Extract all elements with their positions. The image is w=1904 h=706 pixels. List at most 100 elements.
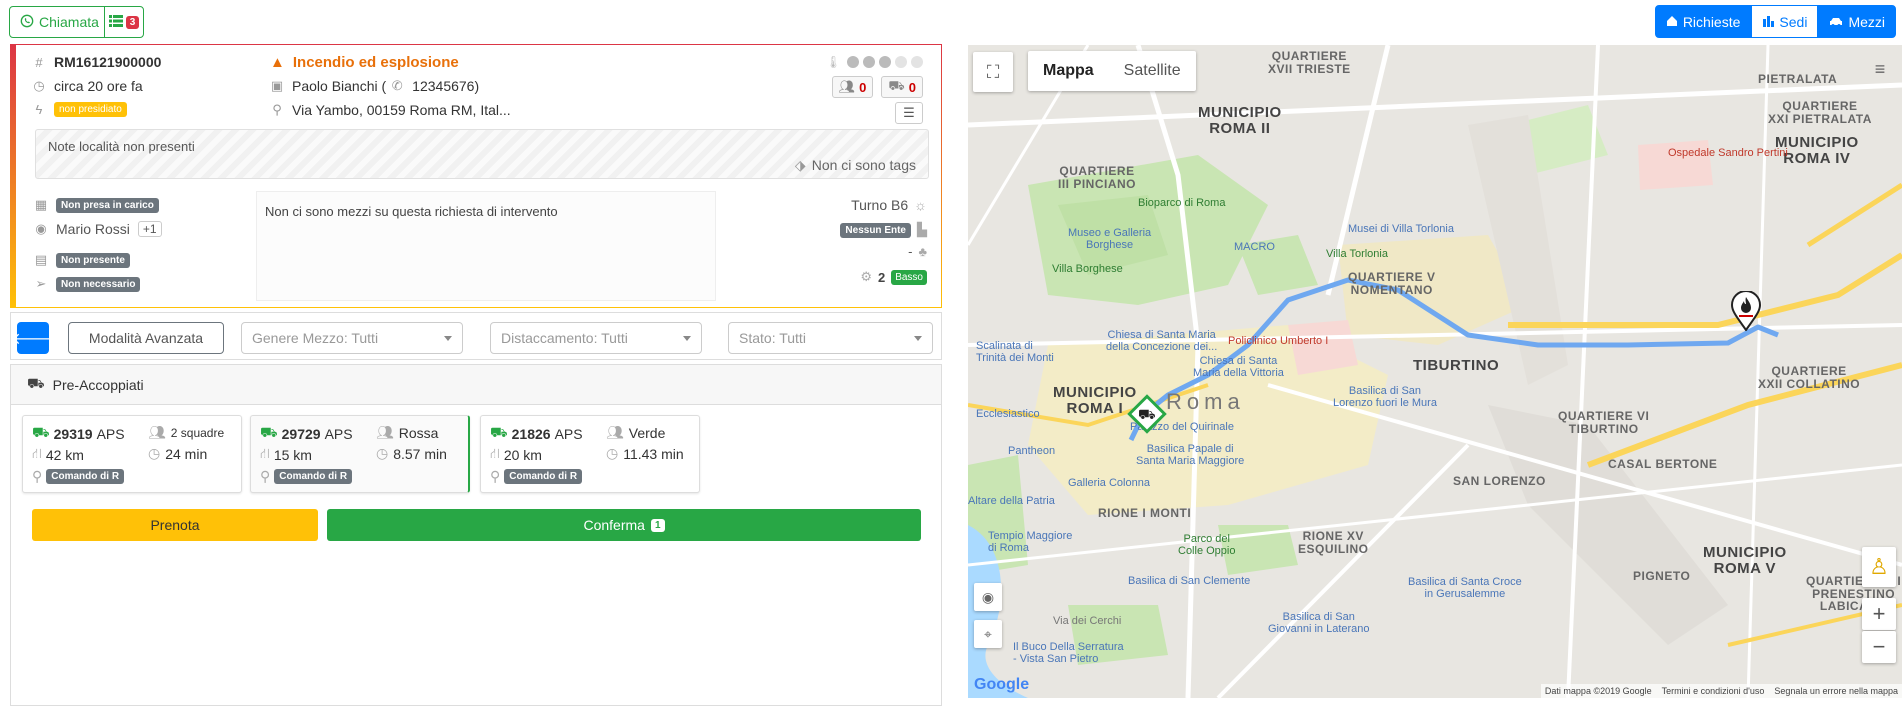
map-label-pietralata: PIETRALATA xyxy=(1758,72,1838,86)
poi-bioparco[interactable]: Bioparco di Roma xyxy=(1138,197,1225,209)
view-switcher: Richieste Sedi Mezzi xyxy=(1654,5,1896,38)
truck-icon: ⛟ xyxy=(32,424,50,440)
car-icon xyxy=(1829,14,1843,30)
poi-villa-torlonia[interactable]: Villa Torlonia xyxy=(1326,248,1388,260)
vehicle-time-row: ◷ 24 min xyxy=(148,445,207,462)
vehicle-sede: Comando di R xyxy=(504,469,583,484)
caller-phone: 12345676) xyxy=(412,78,480,94)
eye-icon: ◉ xyxy=(35,221,47,236)
vehicle-sede-row: ⚲ Comando di R xyxy=(260,468,353,485)
vehicle-crew-row: 👥︎ Rossa xyxy=(376,424,438,441)
locate-button[interactable]: ⌖ xyxy=(974,620,1002,648)
presa-row: ▦ Non presa in carico xyxy=(34,197,159,213)
zoom-out-button[interactable]: − xyxy=(1862,631,1896,663)
map-view[interactable]: MUNICIPIO ROMA II MUNICIPIO ROMA I MUNICIP… xyxy=(968,45,1902,698)
poi-galleria-borghese[interactable]: Museo e Galleria Borghese xyxy=(1068,227,1151,251)
prenota-button[interactable]: Prenota xyxy=(32,509,318,541)
users-icon: 👥︎ xyxy=(376,424,394,440)
request-card[interactable]: # RM16121900000 ◷ circa 20 ore fa ϟ non … xyxy=(10,44,942,308)
vehicle-km: 15 km xyxy=(273,446,312,463)
poi-buco-serratura[interactable]: Il Buco Della Serratura - Vista San Pietr… xyxy=(1013,641,1124,665)
genere-mezzo-select[interactable]: Genere Mezzo: Tutti xyxy=(241,322,463,354)
stato-select[interactable]: Stato: Tutti xyxy=(728,322,933,354)
turno-row: Turno B6 ☼ xyxy=(851,197,927,213)
attribution-terms[interactable]: Termini e condizioni d'uso xyxy=(1662,686,1765,696)
nav-mezzi-button[interactable]: Mezzi xyxy=(1818,5,1896,38)
dot xyxy=(863,56,875,68)
street-view-pegman[interactable]: ♙ xyxy=(1862,547,1896,587)
request-address[interactable]: Via Yambo, 00159 Roma RM, Ital... xyxy=(292,102,511,118)
compass-button[interactable]: ◉ xyxy=(974,583,1002,611)
id-card-icon: ▤ xyxy=(34,252,48,267)
vehicle-type: APS xyxy=(96,425,125,442)
vehicle-sede: Comando di R xyxy=(274,469,353,484)
requests-list-button[interactable]: 3 xyxy=(104,6,144,38)
poi-altare-patria[interactable]: Altare della Patria xyxy=(968,495,1055,507)
poi-pantheon[interactable]: Pantheon xyxy=(1008,445,1055,457)
conferma-button[interactable]: Conferma 1 xyxy=(327,509,921,541)
top-bar: Chiamata 3 Richieste Sedi Mezzi xyxy=(0,0,1904,44)
map-menu-button[interactable]: ≡ xyxy=(1862,51,1898,87)
poi-concezione[interactable]: Chiesa di Santa Maria della Concezione de… xyxy=(1106,329,1217,353)
poi-santa-maria-vittoria[interactable]: Chiesa di Santa Maria della Vittoria xyxy=(1193,355,1284,379)
vehicle-card[interactable]: ⛟ 29319 APS 👥︎ 2 squadre ⛙ 42 km ◷ 24 min ⚲ Co… xyxy=(22,415,242,493)
poi-ospedale-pertini[interactable]: Ospedale Sandro Pertini xyxy=(1668,147,1788,159)
whatsapp-icon xyxy=(20,14,34,31)
plus-icon: + xyxy=(1872,601,1886,626)
advanced-mode-button[interactable]: Modalità Avanzata xyxy=(68,322,224,354)
poi-colle-oppio[interactable]: Parco del Colle Oppio xyxy=(1178,533,1235,557)
tag-icon: ⬗ xyxy=(794,157,806,173)
operator-more-badge[interactable]: +1 xyxy=(137,221,162,237)
users-icon: 👥︎ xyxy=(838,79,856,94)
vehicle-card[interactable]: ⛟ 29729 APS 👥︎ Rossa ⛙ 15 km ◷ 8.57 min ⚲ Coma… xyxy=(250,415,470,493)
vehicles-header: ⛟ Pre-Accoppiati xyxy=(11,365,941,405)
poi-san-clemente[interactable]: Basilica di San Clemente xyxy=(1128,575,1250,587)
poi-macro[interactable]: MACRO xyxy=(1234,241,1275,253)
vehicle-time: 24 min xyxy=(165,445,208,462)
request-priority-row: ϟ non presidiato xyxy=(32,102,127,117)
request-time: circa 20 ore fa xyxy=(54,78,143,94)
nav-richieste-label: Richieste xyxy=(1682,13,1741,30)
attribution-report[interactable]: Segnala un errore nella mappa xyxy=(1774,686,1898,696)
attribution-data: Dati mappa ©2019 Google xyxy=(1544,686,1652,696)
poi-santa-croce[interactable]: Basilica di Santa Croce in Gerusalemme xyxy=(1408,576,1522,600)
vehicle-card[interactable]: ⛟ 21826 APS 👥︎ Verde ⛙ 20 km ◷ 11.43 min ⚲ Com… xyxy=(480,415,700,493)
poi-villa-borghese[interactable]: Villa Borghese xyxy=(1052,263,1123,275)
map-type-mappa[interactable]: Mappa xyxy=(1028,51,1109,91)
details-list-button[interactable]: ☰ xyxy=(895,102,923,124)
nav-mezzi-label: Mezzi xyxy=(1848,13,1885,30)
vehicle-time-row: ◷ 11.43 min xyxy=(606,445,684,462)
back-button[interactable]: 🡐 xyxy=(12,322,54,354)
list-icon xyxy=(108,14,123,30)
intensity-dots: 🌡︎ xyxy=(826,55,923,69)
poi-trinita-monti[interactable]: Scalinata di Trinità dei Monti xyxy=(976,340,1054,364)
vehicle-time: 8.57 min xyxy=(393,445,447,462)
caller-name: Paolo Bianchi ( xyxy=(292,78,387,94)
truck-icon: ⛟ xyxy=(260,424,278,440)
poi-laterano[interactable]: Basilica di San Giovanni in Laterano xyxy=(1268,611,1370,635)
poi-galleria-colonna[interactable]: Galleria Colonna xyxy=(1068,477,1150,489)
map-type-satellite[interactable]: Satellite xyxy=(1109,51,1196,91)
nav-richieste-button[interactable]: Richieste xyxy=(1654,5,1752,38)
vehicle-type: APS xyxy=(554,425,583,442)
poi-musei-torlonia[interactable]: Musei di Villa Torlonia xyxy=(1348,223,1454,235)
request-caller-row: ▣ Paolo Bianchi ( ✆ 12345676) xyxy=(270,78,479,94)
zoom-in-button[interactable]: + xyxy=(1862,598,1896,630)
poi-policlinico[interactable]: Policlinico Umberto I xyxy=(1228,335,1328,347)
poi-tempio-maggiore[interactable]: Tempio Maggiore di Roma xyxy=(988,530,1072,554)
poi-ecclesiastico[interactable]: Ecclesiastico xyxy=(976,408,1040,420)
clock-icon: ◷ xyxy=(376,445,389,461)
fullscreen-button[interactable]: ⛶ xyxy=(973,52,1013,92)
clock-icon: ◷ xyxy=(606,445,619,461)
poi-santa-maria-maggiore[interactable]: Basilica Papale di Santa Maria Maggiore xyxy=(1136,443,1244,467)
distaccamento-select[interactable]: Distaccamento: Tutti xyxy=(490,322,702,354)
operator-name: Mario Rossi xyxy=(56,221,130,237)
poi-san-lorenzo[interactable]: Basilica di San Lorenzo fuori le Mura xyxy=(1333,385,1437,409)
nav-sedi-button[interactable]: Sedi xyxy=(1751,5,1819,38)
fire-station-icon xyxy=(1666,14,1678,30)
left-panel: # RM16121900000 ◷ circa 20 ore fa ϟ non … xyxy=(10,44,942,706)
chiamata-button[interactable]: Chiamata xyxy=(9,6,110,38)
warning-icon: ▲ xyxy=(270,54,285,71)
conferma-label: Conferma xyxy=(583,517,645,533)
vehicle-id: 21826 xyxy=(511,425,551,442)
